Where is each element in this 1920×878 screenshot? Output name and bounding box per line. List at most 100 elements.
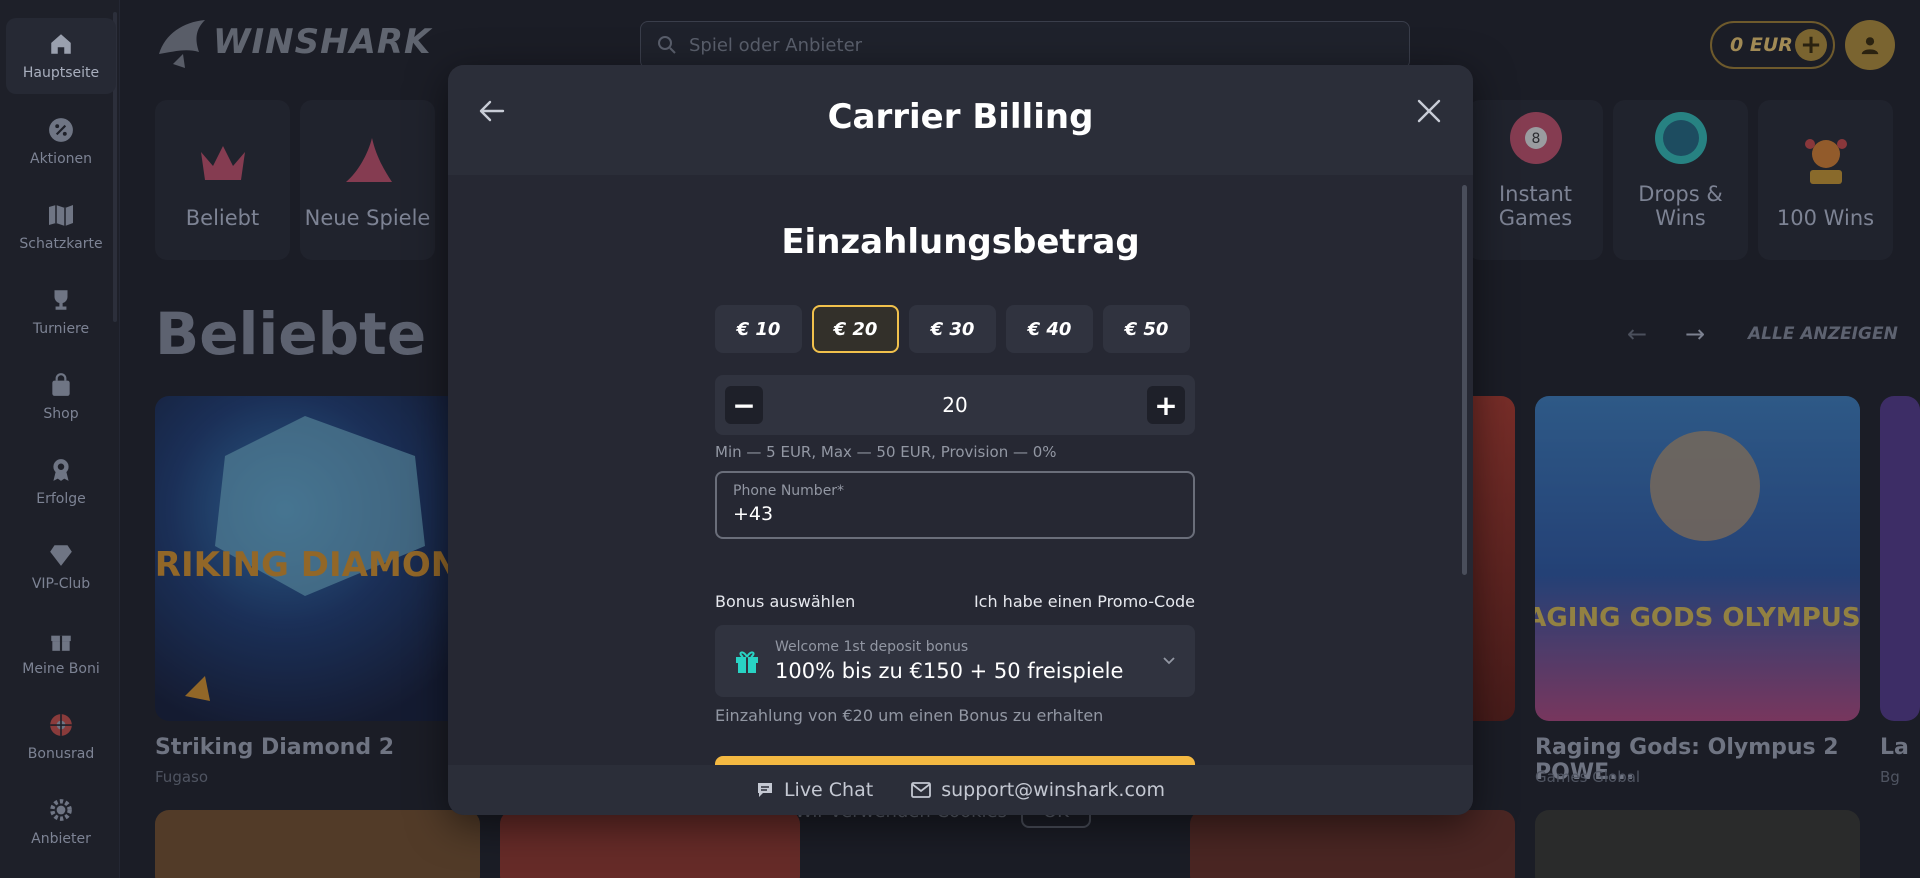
bag-icon bbox=[48, 372, 74, 398]
game-card-row2[interactable] bbox=[500, 810, 800, 878]
support-email-link[interactable]: support@winshark.com bbox=[911, 779, 1165, 801]
sidebar-item-label: Schatzkarte bbox=[19, 236, 103, 252]
amount-presets: € 10 € 20 € 30 € 40 € 50 bbox=[715, 305, 1190, 353]
live-chat-link[interactable]: Live Chat bbox=[756, 779, 873, 801]
drops-wins-icon bbox=[1654, 112, 1707, 164]
game-card-row2[interactable] bbox=[1535, 810, 1860, 878]
game-title[interactable]: Striking Diamond 2 bbox=[155, 735, 394, 760]
modal-footer: Live Chat support@winshark.com bbox=[448, 765, 1473, 815]
site-logo[interactable]: WINSHARK bbox=[155, 12, 431, 72]
category-instant-games[interactable]: 8 Instant Games bbox=[1468, 100, 1603, 260]
close-icon[interactable] bbox=[1409, 91, 1449, 131]
chevron-down-icon bbox=[1163, 657, 1175, 665]
category-beliebt[interactable]: Beliebt bbox=[155, 100, 290, 260]
sidebar-item-label: Meine Boni bbox=[22, 661, 100, 677]
sidebar-item-erfolge[interactable]: Erfolge bbox=[6, 444, 116, 520]
amount-button-50[interactable]: € 50 bbox=[1103, 305, 1190, 353]
gift-icon bbox=[48, 627, 74, 653]
home-icon bbox=[48, 31, 74, 57]
category-label: 100 Wins bbox=[1776, 206, 1875, 230]
live-chat-label: Live Chat bbox=[783, 779, 874, 801]
sidebar-item-bonusrad[interactable]: Bonusrad bbox=[6, 699, 116, 775]
game-card-partial[interactable] bbox=[1880, 396, 1920, 721]
percent-icon bbox=[48, 117, 74, 143]
user-icon bbox=[1861, 37, 1879, 55]
bonus-value: 100% bis zu €150 + 50 freispiele bbox=[775, 659, 1124, 683]
sidebar-item-label: Erfolge bbox=[36, 491, 86, 507]
game-card-row2[interactable] bbox=[155, 810, 480, 878]
sidebar-item-label: Bonusrad bbox=[27, 746, 95, 762]
game-provider: Games Global bbox=[1535, 768, 1641, 786]
category-drops-wins[interactable]: Drops & Wins bbox=[1613, 100, 1748, 260]
support-email: support@winshark.com bbox=[941, 779, 1166, 801]
bonus-small-label: Welcome 1st deposit bonus bbox=[775, 639, 969, 655]
sidebar-item-hauptseite[interactable]: Hauptseite bbox=[6, 18, 116, 94]
shark-logo-icon bbox=[159, 20, 205, 68]
svg-text:8: 8 bbox=[1531, 131, 1540, 147]
sidebar: Hauptseite Aktionen Schatzkarte Turniere… bbox=[0, 0, 120, 878]
prev-arrow-icon[interactable]: ← bbox=[1627, 320, 1647, 348]
phone-number-field[interactable]: Phone Number* +43 bbox=[715, 471, 1195, 539]
amount-stepper: − 20 + bbox=[715, 375, 1195, 435]
game-card-row2[interactable] bbox=[1190, 810, 1515, 878]
bonus-select[interactable]: Welcome 1st deposit bonus 100% bis zu €1… bbox=[715, 625, 1195, 697]
phone-label: Phone Number* bbox=[733, 483, 845, 499]
crown-icon bbox=[200, 146, 245, 180]
game-card-striking-diamond[interactable]: STRIKING DIAMOND 2 bbox=[155, 396, 480, 721]
sidebar-item-shop[interactable]: Shop bbox=[6, 359, 116, 435]
balance-amount: 0 EUR bbox=[1730, 34, 1793, 56]
sidebar-item-meine-boni[interactable]: Meine Boni bbox=[6, 614, 116, 690]
amount-button-30[interactable]: € 30 bbox=[909, 305, 996, 353]
chat-icon bbox=[757, 783, 772, 797]
jester-icon bbox=[1804, 139, 1847, 184]
category-label: Drops & Wins bbox=[1638, 182, 1723, 230]
logo-text: WINSHARK bbox=[213, 22, 432, 62]
game-art-title: RAGING GODS OLYMPUS 2 bbox=[1535, 603, 1860, 633]
sidebar-item-label: Turniere bbox=[32, 321, 90, 337]
amount-button-10[interactable]: € 10 bbox=[715, 305, 802, 353]
sidebar-item-anbieter[interactable]: Anbieter bbox=[6, 784, 116, 860]
sidebar-item-vip-club[interactable]: VIP-Club bbox=[6, 529, 116, 605]
promo-code-link[interactable]: Ich habe einen Promo-Code bbox=[974, 592, 1195, 611]
sidebar-item-schatzkarte[interactable]: Schatzkarte bbox=[6, 189, 116, 265]
plus-button[interactable]: + bbox=[1146, 386, 1185, 424]
stepper-value[interactable]: 20 bbox=[942, 393, 967, 417]
carrier-billing-modal: Carrier Billing Einzahlungsbetrag € 10 €… bbox=[448, 65, 1473, 815]
amount-button-40[interactable]: € 40 bbox=[1006, 305, 1093, 353]
map-icon bbox=[48, 202, 74, 228]
diamond-icon bbox=[48, 542, 74, 568]
ball-icon: 8 bbox=[1509, 112, 1562, 164]
game-provider: Fugaso bbox=[155, 768, 209, 786]
game-art-title: STRIKING DIAMOND 2 bbox=[155, 545, 480, 585]
sidebar-item-aktionen[interactable]: Aktionen bbox=[6, 104, 116, 180]
minus-button[interactable]: − bbox=[725, 386, 763, 424]
shark-fin-icon bbox=[345, 138, 392, 182]
medal-icon bbox=[48, 457, 74, 483]
search-input[interactable] bbox=[689, 34, 1289, 56]
game-title[interactable]: La bbox=[1880, 735, 1909, 760]
search-bar[interactable] bbox=[640, 21, 1410, 69]
game-art-image: RAGING GODS OLYMPUS 2 bbox=[1535, 431, 1860, 633]
deposit-limits: Min — 5 EUR, Max — 50 EUR, Provision — 0… bbox=[715, 443, 1057, 461]
phone-input[interactable]: +43 bbox=[733, 503, 1177, 525]
sidebar-item-label: Hauptseite bbox=[22, 65, 100, 81]
game-card-raging-gods[interactable]: RAGING GODS OLYMPUS 2 bbox=[1535, 396, 1860, 721]
next-arrow-icon[interactable]: → bbox=[1685, 320, 1705, 348]
gift-icon bbox=[736, 651, 758, 673]
game-provider: Bg bbox=[1880, 768, 1900, 786]
show-all-link[interactable]: ALLE ANZEIGEN bbox=[1748, 324, 1898, 344]
sidebar-item-turniere[interactable]: Turniere bbox=[6, 274, 116, 350]
amount-button-20[interactable]: € 20 bbox=[812, 305, 899, 353]
category-neue-spiele[interactable]: Neue Spiele bbox=[300, 100, 435, 260]
deposit-plus-icon[interactable]: + bbox=[1795, 29, 1827, 61]
balance-widget[interactable]: 0 EUR + bbox=[1710, 21, 1835, 69]
mail-icon bbox=[911, 782, 932, 798]
gear-icon bbox=[48, 797, 74, 823]
bonus-label: Bonus auswählen bbox=[715, 592, 856, 611]
user-avatar[interactable] bbox=[1845, 20, 1895, 70]
deposit-amount-title: Einzahlungsbetrag bbox=[781, 222, 1140, 262]
category-label: Neue Spiele bbox=[304, 206, 431, 230]
category-100-wins[interactable]: 100 Wins bbox=[1758, 100, 1893, 260]
trophy-icon bbox=[48, 287, 74, 313]
game-art-image: STRIKING DIAMOND 2 bbox=[155, 416, 480, 701]
